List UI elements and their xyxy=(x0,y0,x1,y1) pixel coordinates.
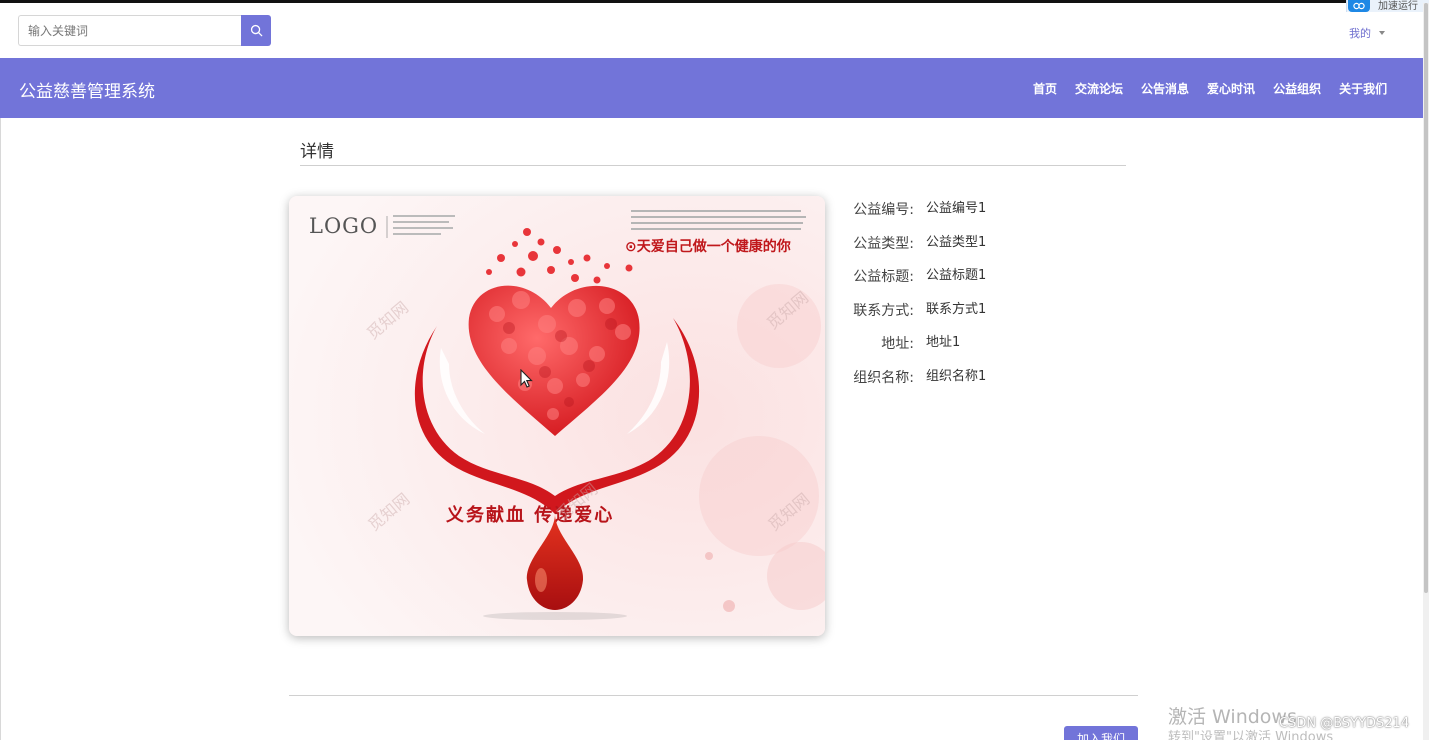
search-input[interactable] xyxy=(18,15,241,46)
corner-app-icon xyxy=(1348,0,1370,12)
field-value: 地址1 xyxy=(926,335,961,351)
field-row: 组织名称: 组织名称1 xyxy=(830,364,1130,398)
join-us-button[interactable]: 加入我们 xyxy=(1064,726,1138,740)
poster-headline: 义务献血 传递爱心 xyxy=(446,504,614,526)
title-divider xyxy=(300,165,1126,166)
field-value: 公益类型1 xyxy=(926,234,987,250)
detail-fields: 公益编号: 公益编号1 公益类型: 公益类型1 公益标题: 公益标题1 联系方式… xyxy=(830,196,1130,398)
caret-down-icon xyxy=(1379,31,1385,35)
user-menu-label: 我的 xyxy=(1349,27,1371,40)
scrollbar-thumb[interactable] xyxy=(1424,3,1428,593)
field-row: 联系方式: 联系方式1 xyxy=(830,297,1130,331)
field-value: 公益标题1 xyxy=(926,268,987,284)
windows-activation-title: 激活 Windows xyxy=(1168,706,1297,728)
field-value: 联系方式1 xyxy=(926,301,987,317)
site-brand[interactable]: 公益慈善管理系统 xyxy=(19,77,155,102)
field-label: 组织名称: xyxy=(853,369,914,386)
field-label: 公益编号: xyxy=(853,202,914,218)
field-label: 地址: xyxy=(881,336,914,353)
poster-logo: LOGO xyxy=(309,214,378,238)
search-bar xyxy=(18,15,271,46)
field-label: 公益标题: xyxy=(853,269,914,286)
user-menu[interactable]: 我的 xyxy=(1349,25,1385,41)
csdn-watermark: CSDN @BSYYDS214 xyxy=(1279,716,1410,731)
field-label: 联系方式: xyxy=(853,302,914,319)
poster-graphic: LOGO ⊙天爱自己做一个健康的你 义务献血 传递爱心 觅知网 觅知网 觅知网 … xyxy=(289,196,825,636)
top-bar: 我的 xyxy=(0,3,1429,58)
nav-item-news[interactable]: 爱心时讯 xyxy=(1207,80,1255,97)
field-row: 公益编号: 公益编号1 xyxy=(830,196,1130,230)
field-value: 公益编号1 xyxy=(926,201,987,216)
nav-item-about[interactable]: 关于我们 xyxy=(1339,80,1387,97)
poster-slogan: ⊙天爱自己做一个健康的你 xyxy=(625,238,791,255)
field-row: 地址: 地址1 xyxy=(830,330,1130,364)
field-row: 公益标题: 公益标题1 xyxy=(830,263,1130,297)
nav-item-forum[interactable]: 交流论坛 xyxy=(1075,80,1123,97)
nav-item-announcements[interactable]: 公告消息 xyxy=(1141,80,1189,97)
nav-item-home[interactable]: 首页 xyxy=(1033,80,1057,97)
corner-badge-text: 加速运行 xyxy=(1378,1,1418,12)
nav-menu: 首页 交流论坛 公告消息 爱心时讯 公益组织 关于我们 xyxy=(1033,58,1387,118)
nav-item-organizations[interactable]: 公益组织 xyxy=(1273,80,1321,97)
field-label: 公益类型: xyxy=(853,235,914,252)
bottom-divider xyxy=(289,695,1138,696)
main-navbar: 公益慈善管理系统 首页 交流论坛 公告消息 爱心时讯 公益组织 关于我们 xyxy=(0,58,1423,118)
search-button[interactable] xyxy=(241,15,271,46)
search-icon xyxy=(250,24,262,37)
page-left-edge xyxy=(0,118,1,740)
poster-image: LOGO ⊙天爱自己做一个健康的你 义务献血 传递爱心 觅知网 觅知网 觅知网 … xyxy=(289,196,825,636)
page-title: 详情 xyxy=(300,142,334,162)
mouse-cursor-icon xyxy=(520,369,533,388)
field-value: 组织名称1 xyxy=(926,368,987,384)
field-row: 公益类型: 公益类型1 xyxy=(830,230,1130,264)
